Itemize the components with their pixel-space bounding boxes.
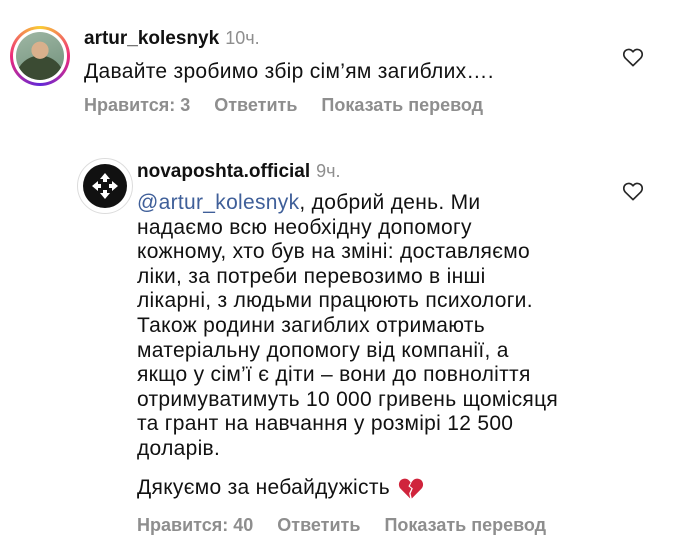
text-line: , добрий день. Ми: [299, 191, 481, 214]
nova-poshta-logo-mark: [92, 173, 118, 199]
thanks-line: Дякуємо за небайдужість: [137, 476, 424, 500]
comment-header: artur_kolesnyk 10ч.: [84, 28, 260, 50]
text-line: отримуватимуть 10 000 гривень щомісяця: [137, 387, 559, 411]
text-line: надаємо всю необхідну допомогу: [137, 215, 472, 239]
timestamp: 9ч.: [316, 161, 341, 181]
comment-actions: Нравится: 3 Ответить Показать перевод: [84, 95, 507, 116]
like-heart-icon[interactable]: [622, 47, 644, 67]
comment-text: @artur_kolesnyk, добрий день. Ми надаємо…: [137, 191, 607, 462]
avatar[interactable]: [77, 158, 133, 214]
text-line: доларів.: [137, 436, 221, 460]
username[interactable]: novaposhta.official: [137, 161, 310, 182]
text-line: лікарні, з людьми працюють психологи.: [137, 289, 533, 313]
comment-text: Давайте зробимо збір сім’ям загиблих….: [84, 60, 494, 83]
text-line: кожному, хто був на зміні: доставляємо: [137, 240, 530, 264]
text-line: якщо у сім’ї є діти – вони до повноліття: [137, 363, 531, 387]
profile-photo: [16, 32, 64, 80]
nova-poshta-logo: [83, 164, 127, 208]
text-line: Також родини загиблих отримають: [137, 313, 485, 337]
show-translation-button[interactable]: Показать перевод: [384, 515, 546, 535]
likes-count[interactable]: Нравится: 40: [137, 515, 253, 535]
show-translation-button[interactable]: Показать перевод: [321, 95, 483, 115]
timestamp: 10ч.: [225, 28, 260, 48]
username[interactable]: artur_kolesnyk: [84, 28, 219, 49]
avatar[interactable]: [10, 26, 70, 86]
like-heart-icon[interactable]: [622, 181, 644, 201]
text-line: матеріальну допомогу від компанії, а: [137, 338, 509, 362]
reply-button[interactable]: Ответить: [277, 515, 360, 535]
comment-actions: Нравится: 40 Ответить Показать перевод: [137, 515, 570, 536]
broken-heart-icon: [398, 478, 424, 499]
comment-header: novaposhta.official 9ч.: [137, 161, 341, 183]
reply-button[interactable]: Ответить: [214, 95, 297, 115]
text-line: та грант на навчання у розмірі 12 500: [137, 412, 514, 436]
mention-link[interactable]: @artur_kolesnyk: [137, 191, 299, 214]
text-line: ліки, за потреби перевозимо в інші: [137, 264, 486, 288]
thanks-text: Дякуємо за небайдужість: [137, 476, 390, 499]
likes-count[interactable]: Нравится: 3: [84, 95, 190, 115]
